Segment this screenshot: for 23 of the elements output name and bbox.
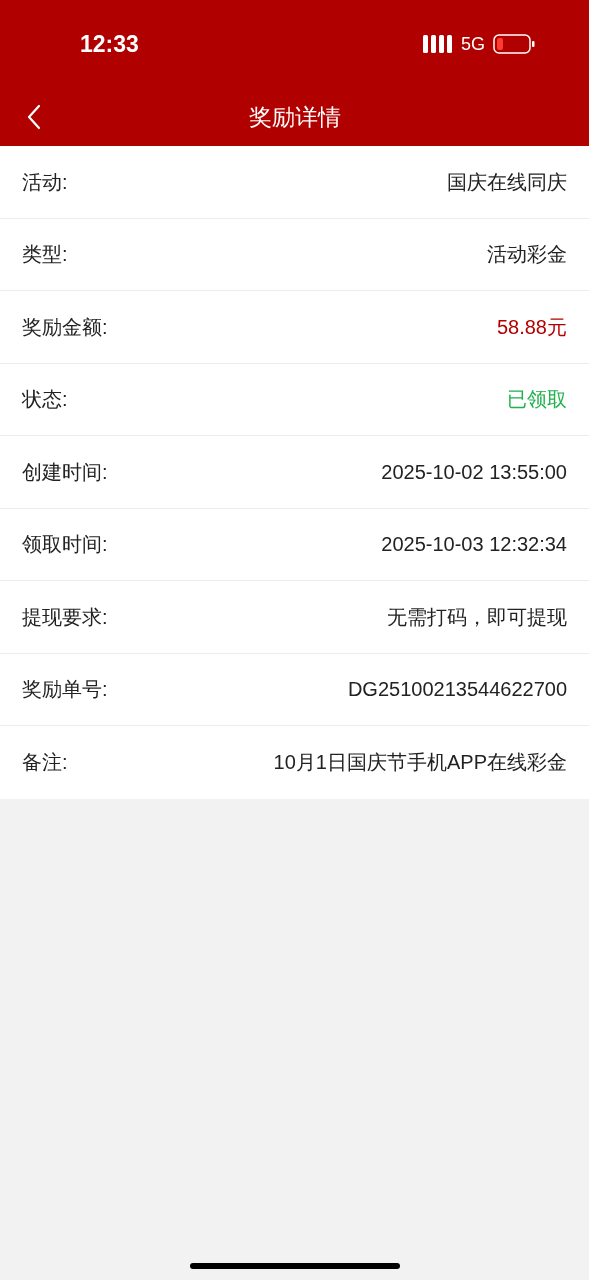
- detail-value: 58.88元: [496, 314, 567, 340]
- detail-label: 提现要求:: [22, 604, 108, 630]
- signal-icon: [423, 35, 453, 53]
- page-title: 奖励详情: [248, 102, 341, 132]
- detail-value: DG25100213544622700: [347, 677, 567, 703]
- detail-value: 已领取: [507, 387, 567, 413]
- detail-label: 创建时间:: [22, 459, 108, 485]
- detail-label: 奖励金额:: [22, 314, 108, 340]
- status-time: 12:33: [80, 29, 139, 59]
- detail-label: 状态:: [22, 387, 68, 413]
- detail-label: 领取时间:: [22, 532, 108, 558]
- battery-icon: [493, 34, 535, 54]
- detail-label: 奖励单号:: [22, 677, 108, 703]
- detail-value: 2025-10-03 12:32:34: [381, 532, 567, 558]
- detail-value: 活动彩金: [487, 242, 567, 268]
- detail-value: 无需打码，即可提现: [387, 604, 567, 630]
- detail-label: 备注:: [22, 750, 68, 776]
- detail-value: 10月1日国庆节手机APP在线彩金: [273, 750, 567, 776]
- detail-label: 活动:: [22, 169, 68, 195]
- detail-value: 2025-10-02 13:55:00: [381, 459, 567, 485]
- detail-label: 类型:: [22, 242, 68, 268]
- detail-value: 国庆在线同庆: [447, 169, 567, 195]
- network-label: 5G: [461, 32, 485, 56]
